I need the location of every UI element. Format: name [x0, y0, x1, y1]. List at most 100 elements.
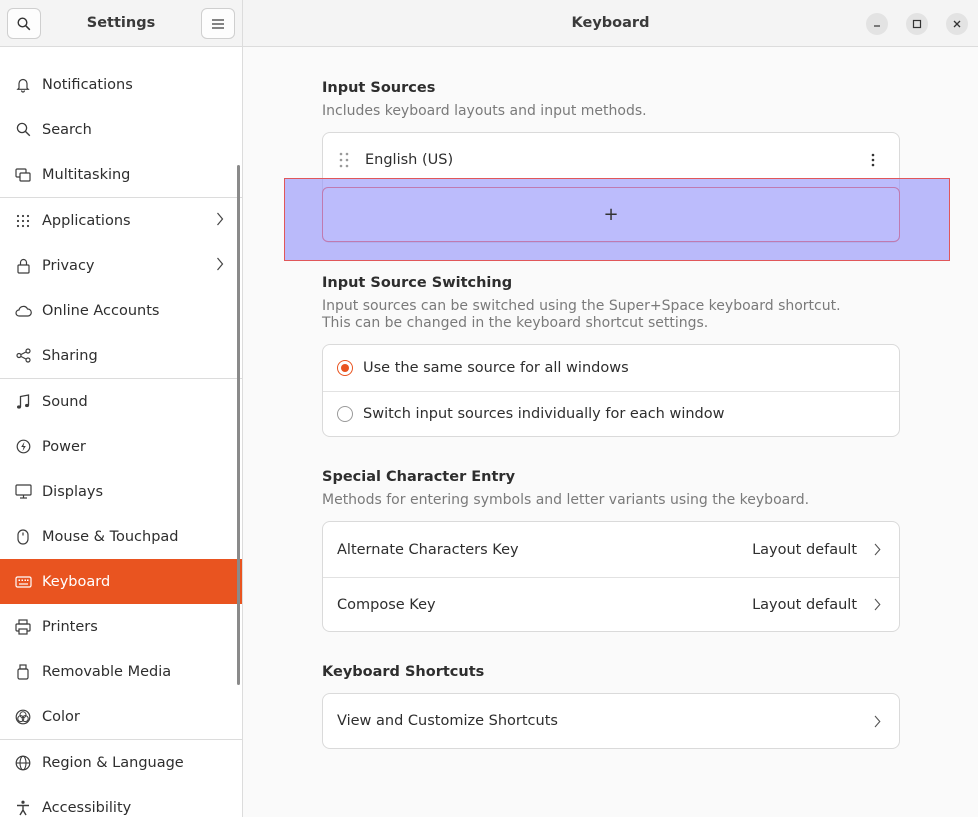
- add-input-source-button[interactable]: +: [322, 187, 900, 242]
- close-button[interactable]: [946, 13, 968, 35]
- sidebar-item-label: Applications: [42, 212, 131, 229]
- chevron-right-icon: [874, 543, 881, 556]
- music-note-icon: [14, 393, 32, 411]
- sidebar-item-keyboard[interactable]: Keyboard: [0, 559, 242, 604]
- sidebar-item-notifications[interactable]: Notifications: [0, 62, 242, 107]
- row-value: Layout default: [752, 541, 857, 558]
- sidebar-item-color[interactable]: Color: [0, 694, 242, 739]
- row-value: Layout default: [752, 596, 857, 613]
- sidebar-item-displays[interactable]: Displays: [0, 469, 242, 514]
- sidebar-item-sound[interactable]: Sound: [0, 379, 242, 424]
- sidebar-item-label: Mouse & Touchpad: [42, 528, 179, 545]
- search-button[interactable]: [7, 8, 41, 39]
- switching-option-per-window[interactable]: Switch input sources individually for ea…: [323, 391, 899, 436]
- sidebar-item-multitasking[interactable]: Multitasking: [0, 152, 242, 197]
- switching-subtitle-line2: This can be changed in the keyboard shor…: [322, 315, 709, 331]
- radio-unselected[interactable]: [337, 406, 353, 422]
- sidebar-item-printers[interactable]: Printers: [0, 604, 242, 649]
- switching-title: Input Source Switching: [322, 275, 513, 291]
- switching-options: Use the same source for all windows Swit…: [322, 344, 900, 437]
- usb-drive-icon: [14, 663, 32, 681]
- sidebar-item-label: Color: [42, 708, 80, 725]
- chevron-right-icon: [217, 257, 224, 271]
- sidebar: Settings Notifications Search Multitaski…: [0, 0, 243, 817]
- bell-icon: [14, 76, 32, 94]
- sidebar-item-region-language[interactable]: Region & Language: [0, 740, 242, 785]
- hamburger-icon: [212, 18, 224, 29]
- sidebar-item-privacy[interactable]: Privacy: [0, 243, 242, 288]
- sidebar-item-label: Printers: [42, 618, 98, 635]
- special-entry-title: Special Character Entry: [322, 469, 516, 485]
- sidebar-title: Settings: [86, 15, 156, 31]
- chevron-right-icon: [217, 212, 224, 226]
- chevron-right-icon: [874, 715, 881, 727]
- sidebar-item-label: Accessibility: [42, 799, 132, 816]
- sidebar-item-accessibility[interactable]: Accessibility: [0, 785, 242, 817]
- sidebar-item-removable-media[interactable]: Removable Media: [0, 649, 242, 694]
- keyboard-shortcuts-list: View and Customize Shortcuts: [322, 693, 900, 749]
- main-menu-button[interactable]: [201, 8, 235, 39]
- sidebar-item-label: Displays: [42, 483, 104, 500]
- sidebar-item-label: Removable Media: [42, 663, 172, 680]
- sidebar-item-label: Sound: [42, 393, 88, 410]
- sidebar-item-label: Region & Language: [42, 754, 184, 771]
- sidebar-nav: Notifications Search Multitasking Applic…: [0, 62, 242, 817]
- globe-icon: [14, 754, 32, 772]
- sidebar-item-power[interactable]: Power: [0, 424, 242, 469]
- main-panel: Keyboard Input Sources Includes keyboard…: [243, 0, 978, 817]
- sidebar-item-sharing[interactable]: Sharing: [0, 333, 242, 378]
- maximize-button[interactable]: [906, 13, 928, 35]
- apps-grid-icon: [14, 212, 32, 230]
- sidebar-item-search[interactable]: Search: [0, 107, 242, 152]
- drag-handle-icon[interactable]: [339, 152, 349, 168]
- input-sources-subtitle: Includes keyboard layouts and input meth…: [322, 103, 647, 119]
- input-sources-title: Input Sources: [322, 80, 436, 96]
- display-icon: [14, 483, 32, 501]
- minimize-button[interactable]: [866, 13, 888, 35]
- special-entry-subtitle: Methods for entering symbols and letter …: [322, 492, 810, 508]
- search-icon: [17, 16, 31, 30]
- search-icon: [14, 121, 32, 139]
- row-label: Alternate Characters Key: [337, 541, 519, 558]
- mouse-icon: [14, 528, 32, 546]
- alternate-characters-key-row[interactable]: Alternate Characters Key Layout default: [323, 522, 899, 577]
- chevron-right-icon: [874, 598, 881, 611]
- option-label: Use the same source for all windows: [363, 360, 629, 376]
- switching-subtitle-line1: Input sources can be switched using the …: [322, 298, 841, 314]
- cloud-icon: [14, 302, 32, 320]
- close-icon: [953, 20, 961, 28]
- sidebar-item-label: Privacy: [42, 257, 95, 274]
- input-source-label: English (US): [365, 152, 454, 168]
- main-header: Keyboard: [243, 0, 978, 47]
- color-icon: [14, 708, 32, 726]
- multitasking-icon: [14, 166, 32, 184]
- accessibility-icon: [14, 799, 32, 817]
- sidebar-scrollbar[interactable]: [237, 165, 240, 685]
- sidebar-item-online-accounts[interactable]: Online Accounts: [0, 288, 242, 333]
- compose-key-row[interactable]: Compose Key Layout default: [323, 577, 899, 631]
- sidebar-item-label: Online Accounts: [42, 302, 160, 319]
- switching-option-same-source[interactable]: Use the same source for all windows: [323, 345, 899, 391]
- add-icon: +: [603, 203, 619, 225]
- sidebar-item-applications[interactable]: Applications: [0, 198, 242, 243]
- printer-icon: [14, 618, 32, 636]
- sidebar-item-mouse-touchpad[interactable]: Mouse & Touchpad: [0, 514, 242, 559]
- view-customize-shortcuts-row[interactable]: View and Customize Shortcuts: [323, 694, 899, 748]
- row-label: View and Customize Shortcuts: [337, 713, 558, 729]
- more-options-icon[interactable]: [871, 153, 875, 167]
- share-icon: [14, 347, 32, 365]
- keyboard-shortcuts-title: Keyboard Shortcuts: [322, 664, 485, 680]
- row-label: Compose Key: [337, 596, 436, 613]
- maximize-icon: [912, 19, 922, 29]
- radio-selected[interactable]: [337, 360, 353, 376]
- sidebar-item-label: Power: [42, 438, 86, 455]
- lock-icon: [14, 257, 32, 275]
- keyboard-icon: [14, 573, 32, 591]
- sidebar-item-label: Multitasking: [42, 166, 131, 183]
- special-entry-list: Alternate Characters Key Layout default …: [322, 521, 900, 632]
- minimize-icon: [874, 25, 880, 27]
- option-label: Switch input sources individually for ea…: [363, 406, 725, 422]
- power-icon: [14, 438, 32, 456]
- sidebar-item-label: Notifications: [42, 76, 133, 93]
- sidebar-header: Settings: [0, 0, 242, 47]
